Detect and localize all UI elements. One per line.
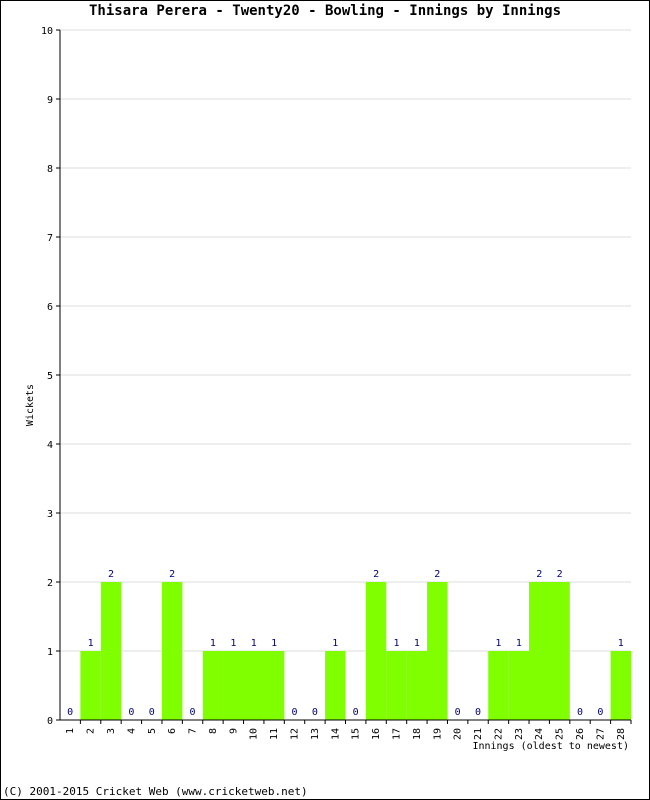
x-tick-label: 24 bbox=[534, 728, 545, 740]
x-tick-label: 13 bbox=[310, 728, 321, 740]
x-tick-label: 7 bbox=[188, 728, 199, 734]
data-label: 2 bbox=[434, 569, 440, 580]
data-label: 2 bbox=[536, 569, 542, 580]
y-tick-label: 4 bbox=[47, 440, 53, 451]
y-tick-label: 3 bbox=[47, 509, 53, 520]
bar bbox=[427, 582, 448, 720]
data-label: 0 bbox=[353, 707, 359, 718]
data-label: 0 bbox=[149, 707, 155, 718]
bar bbox=[80, 651, 101, 720]
x-tick-label: 11 bbox=[269, 728, 280, 740]
x-tick-label: 17 bbox=[391, 728, 402, 740]
bar bbox=[325, 651, 346, 720]
y-axis-label: Wickets bbox=[25, 384, 36, 426]
x-tick-label: 19 bbox=[432, 728, 443, 740]
data-label: 1 bbox=[230, 638, 236, 649]
bar bbox=[610, 651, 631, 720]
x-tick-label: 26 bbox=[575, 728, 586, 740]
bar bbox=[529, 582, 550, 720]
data-label: 0 bbox=[67, 707, 73, 718]
x-tick-label: 4 bbox=[126, 728, 137, 734]
y-tick-label: 9 bbox=[47, 95, 53, 106]
bar bbox=[406, 651, 428, 720]
data-label: 0 bbox=[455, 707, 461, 718]
x-tick-label: 14 bbox=[330, 728, 341, 740]
bar bbox=[243, 651, 264, 720]
x-tick-label: 23 bbox=[514, 728, 525, 740]
x-tick-label: 27 bbox=[595, 728, 606, 740]
x-tick-label: 28 bbox=[616, 728, 627, 740]
x-tick-label: 6 bbox=[167, 728, 178, 734]
data-label: 2 bbox=[373, 569, 379, 580]
x-tick-label: 1 bbox=[65, 728, 76, 734]
bar bbox=[263, 651, 285, 720]
data-label: 1 bbox=[516, 638, 522, 649]
x-tick-label: 22 bbox=[493, 728, 504, 740]
bar bbox=[365, 582, 387, 720]
y-tick-label: 0 bbox=[47, 716, 53, 727]
data-label: 1 bbox=[618, 638, 624, 649]
data-label: 1 bbox=[495, 638, 501, 649]
y-tick-label: 8 bbox=[47, 164, 53, 175]
data-label: 1 bbox=[271, 638, 277, 649]
x-axis-label: Innings (oldest to newest) bbox=[472, 741, 629, 752]
x-tick-label: 21 bbox=[473, 728, 484, 740]
y-tick-label: 5 bbox=[47, 371, 53, 382]
data-label: 2 bbox=[557, 569, 563, 580]
data-label: 1 bbox=[414, 638, 420, 649]
x-tick-label: 5 bbox=[147, 728, 158, 734]
data-label: 0 bbox=[292, 707, 298, 718]
y-tick-label: 6 bbox=[47, 302, 53, 313]
x-tick-label: 3 bbox=[106, 728, 117, 734]
y-tick-label: 2 bbox=[47, 578, 53, 589]
y-tick-label: 1 bbox=[47, 647, 53, 658]
bar bbox=[100, 582, 122, 720]
bar bbox=[549, 582, 570, 720]
bar bbox=[386, 651, 407, 720]
data-label: 0 bbox=[312, 707, 318, 718]
data-label: 0 bbox=[475, 707, 481, 718]
data-label: 1 bbox=[393, 638, 399, 649]
data-label: 0 bbox=[597, 707, 603, 718]
y-tick-label: 10 bbox=[41, 26, 53, 37]
bar bbox=[202, 651, 224, 720]
data-label: 0 bbox=[190, 707, 196, 718]
y-tick-label: 7 bbox=[47, 233, 53, 244]
x-tick-label: 15 bbox=[351, 728, 362, 740]
bar bbox=[161, 582, 183, 720]
data-label: 2 bbox=[108, 569, 114, 580]
data-label: 0 bbox=[128, 707, 134, 718]
x-tick-label: 25 bbox=[555, 728, 566, 740]
bar-chart: 0123456789100112230405260718191101110120… bbox=[25, 26, 632, 752]
x-tick-label: 10 bbox=[249, 728, 260, 740]
x-tick-label: 18 bbox=[412, 728, 423, 740]
bar bbox=[223, 651, 244, 720]
data-label: 1 bbox=[210, 638, 216, 649]
bar bbox=[508, 651, 530, 720]
copyright-footer: (C) 2001-2015 Cricket Web (www.cricketwe… bbox=[3, 785, 308, 798]
x-tick-label: 9 bbox=[228, 728, 239, 734]
data-label: 2 bbox=[169, 569, 175, 580]
data-label: 1 bbox=[251, 638, 257, 649]
x-tick-label: 8 bbox=[208, 728, 219, 734]
x-tick-label: 16 bbox=[371, 728, 382, 740]
x-tick-label: 12 bbox=[290, 728, 301, 740]
data-label: 0 bbox=[577, 707, 583, 718]
x-tick-label: 2 bbox=[86, 728, 97, 734]
data-label: 1 bbox=[88, 638, 94, 649]
bar bbox=[488, 651, 509, 720]
data-label: 1 bbox=[332, 638, 338, 649]
x-tick-label: 20 bbox=[453, 728, 464, 740]
